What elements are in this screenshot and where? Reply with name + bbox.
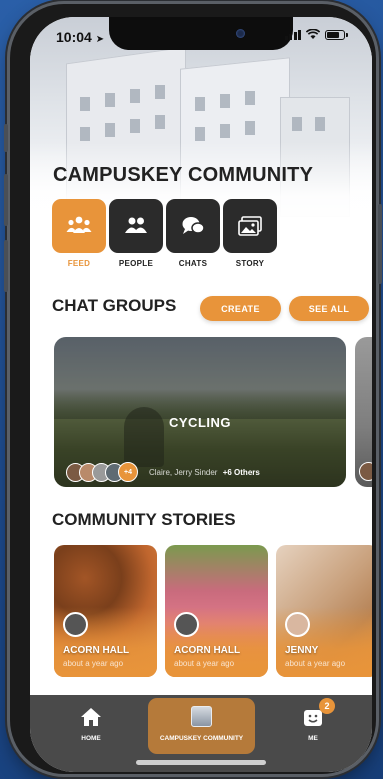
signal-icon [284, 29, 301, 40]
chat-group-card-next[interactable] [355, 337, 372, 487]
people-icon [125, 217, 147, 233]
community-stories-header: COMMUNITY STORIES [52, 510, 372, 530]
community-stories-title: COMMUNITY STORIES [52, 510, 236, 529]
story-card[interactable]: JENNY about a year ago [276, 545, 372, 677]
status-icons [284, 29, 348, 40]
story-avatar [285, 612, 310, 637]
screen: 10:04 ➤ CAMPUSKEY COMMUNITY FEED PEOPLE … [30, 17, 372, 772]
wifi-icon [306, 29, 320, 39]
chat-group-card[interactable]: CYCLING +4 Claire, Jerry Sinder +6 Other… [54, 337, 346, 487]
avatar-overflow-count: +4 [118, 462, 138, 482]
chat-group-others: +6 Others [222, 468, 260, 477]
story-name: ACORN HALL [63, 645, 130, 656]
tab-bar-me[interactable]: 2 ME [292, 695, 335, 755]
avatar [359, 462, 372, 481]
building-thumbnail-icon [191, 706, 212, 727]
status-time-text: 10:04 [56, 29, 92, 45]
tab-feed-tile[interactable] [52, 199, 106, 253]
story-card[interactable]: ACORN HALL about a year ago [165, 545, 268, 677]
create-button[interactable]: CREATE [200, 296, 281, 321]
front-camera [236, 29, 245, 38]
chat-group-name: CYCLING [169, 415, 231, 430]
chat-group-members: Claire, Jerry Sinder [149, 468, 218, 477]
tab-people-label: PEOPLE [118, 259, 154, 268]
tab-bar-home[interactable]: HOME [70, 695, 112, 755]
tab-people-tile[interactable] [109, 199, 163, 253]
tab-story-label: STORY [235, 259, 265, 268]
status-time: 10:04 ➤ [56, 29, 104, 45]
people-group-icon [66, 216, 92, 233]
story-time: about a year ago [63, 659, 124, 668]
mute-switch [4, 124, 8, 152]
chat-group-members-line: Claire, Jerry Sinder +6 Others [149, 468, 260, 477]
tab-bar-home-label: HOME [81, 735, 101, 742]
notch [109, 17, 293, 50]
tab-story-tile[interactable] [223, 199, 277, 253]
story-time: about a year ago [174, 659, 235, 668]
story-name: JENNY [285, 645, 319, 656]
location-arrow-icon: ➤ [95, 34, 105, 45]
tab-feed[interactable]: FEED [52, 199, 106, 268]
volume-down-button [4, 240, 8, 292]
tab-people[interactable]: PEOPLE [109, 199, 163, 268]
smiley-icon [304, 710, 322, 726]
tab-feed-label: FEED [67, 259, 91, 268]
story-card[interactable]: ACORN HALL about a year ago [54, 545, 157, 677]
tab-bar-community[interactable]: CAMPUSKEY COMMUNITY [148, 698, 255, 754]
tab-chats-tile[interactable] [166, 199, 220, 253]
photo-gallery-icon [238, 216, 262, 236]
member-avatars: +4 [66, 462, 138, 482]
tab-bar-me-label: ME [308, 735, 318, 742]
battery-icon [325, 29, 348, 40]
notification-badge: 2 [319, 698, 335, 714]
chat-groups-title: CHAT GROUPS [52, 296, 177, 315]
story-time: about a year ago [285, 659, 346, 668]
chat-bubbles-icon [182, 217, 205, 234]
see-all-button[interactable]: SEE ALL [289, 296, 369, 321]
home-indicator[interactable] [136, 760, 266, 765]
story-avatar [174, 612, 199, 637]
phone-frame: 10:04 ➤ CAMPUSKEY COMMUNITY FEED PEOPLE … [4, 4, 382, 774]
tab-chats[interactable]: CHATS [166, 199, 220, 268]
story-avatar [63, 612, 88, 637]
tab-chats-label: CHATS [178, 259, 208, 268]
page-title: CAMPUSKEY COMMUNITY [53, 164, 314, 186]
story-name: ACORN HALL [174, 645, 241, 656]
tab-story[interactable]: STORY [223, 199, 277, 268]
home-icon [81, 708, 101, 726]
power-button [378, 204, 382, 284]
section-tabs: FEED PEOPLE CHATS STORY [52, 199, 277, 268]
volume-up-button [4, 174, 8, 226]
tab-bar-community-label: CAMPUSKEY COMMUNITY [159, 735, 244, 742]
